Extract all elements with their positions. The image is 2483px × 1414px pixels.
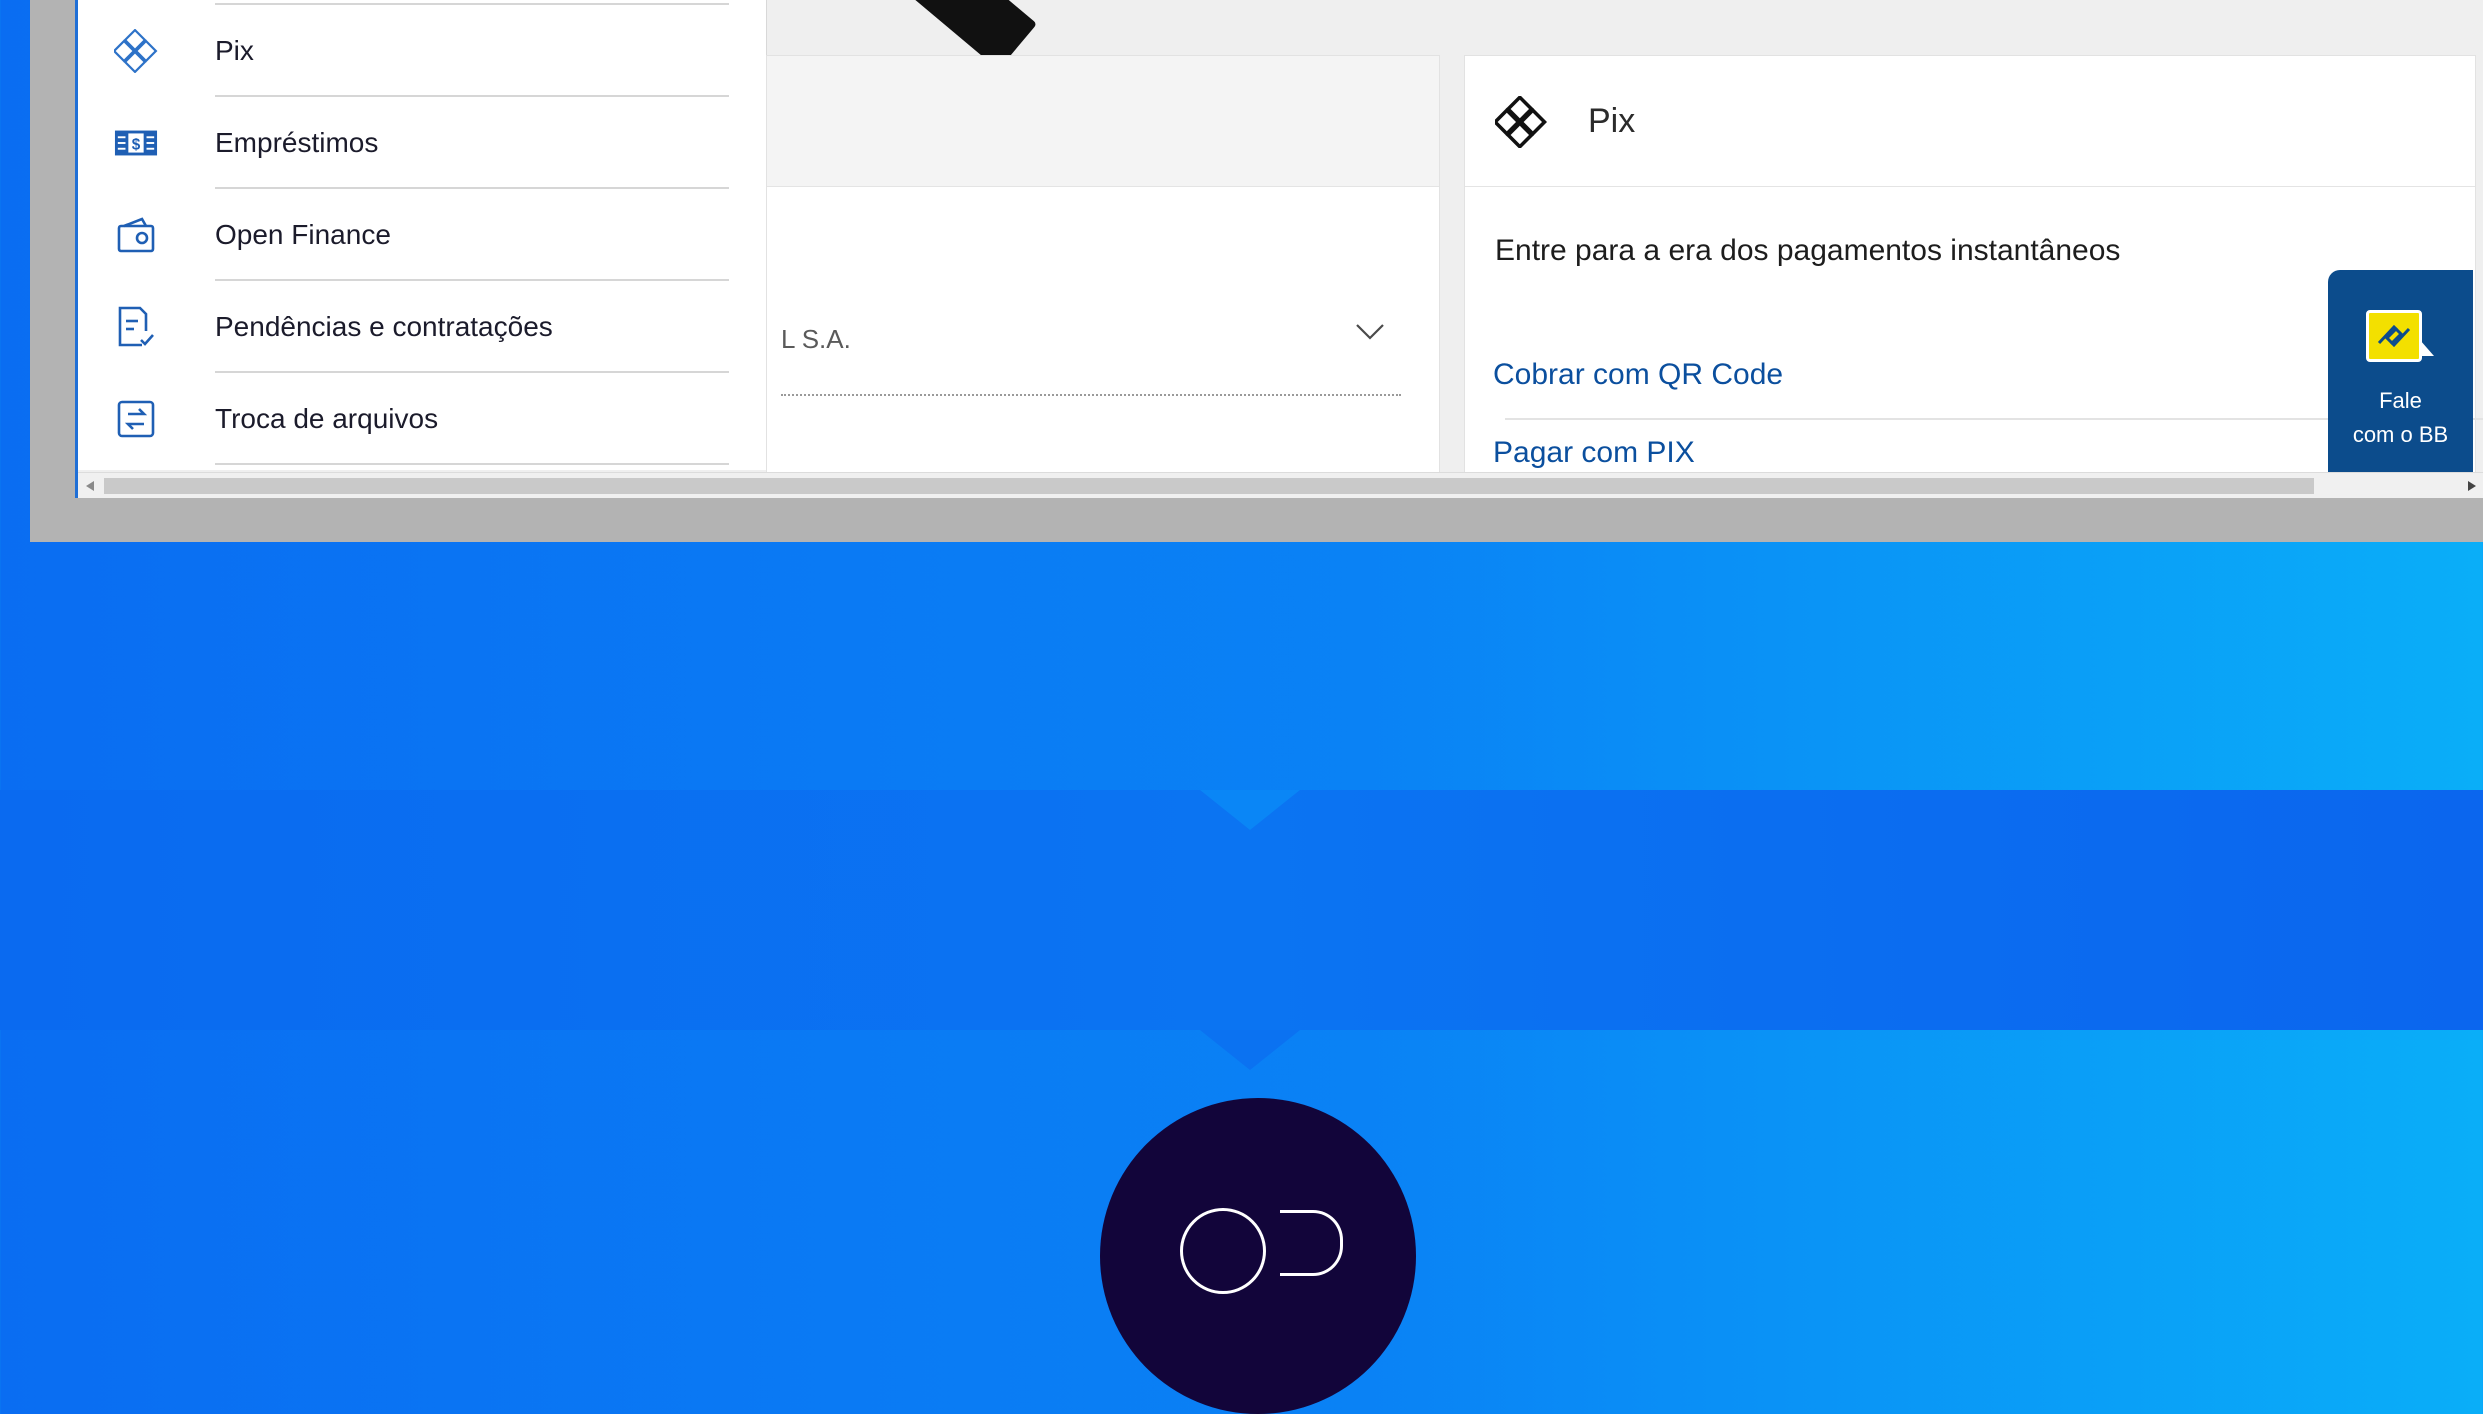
chat-with-bb-button[interactable]: Fale com o BB (2328, 270, 2473, 498)
menu-item-open-finance[interactable]: Open Finance (78, 189, 766, 281)
account-select-value[interactable]: L S.A. (781, 324, 851, 355)
pix-card-header: Pix (1465, 56, 2475, 187)
loan-icon: $ (114, 123, 158, 163)
chat-button-label-line2: com o BB (2352, 422, 2449, 447)
qr-code-charge-link[interactable]: Cobrar com QR Code (1493, 358, 1783, 392)
menu-item-pendencias[interactable]: Pendências e contratações (78, 281, 766, 373)
pix-icon (1492, 94, 1548, 153)
menu-item-label: Empréstimos (215, 127, 379, 158)
file-exchange-icon (114, 399, 158, 439)
scroll-left-icon[interactable] (86, 481, 94, 491)
pix-card-description: Entre para a era dos pagamentos instantâ… (1495, 234, 2121, 267)
side-menu: Pix $ Empréstimos Open Finance Pendência… (78, 0, 767, 470)
menu-item-label: Open Finance (215, 219, 391, 250)
chat-button-label-line1: Fale (2379, 388, 2422, 413)
account-card: L S.A. (766, 55, 1440, 477)
menu-item-label: Pix (215, 35, 254, 66)
menu-item-troca-arquivos[interactable]: Troca de arquivos (78, 373, 766, 465)
menu-item-pix[interactable]: Pix (78, 5, 766, 97)
scroll-right-icon[interactable] (2468, 481, 2476, 491)
band-notch-top (1200, 790, 1300, 830)
pay-with-pix-link[interactable]: Pagar com PIX (1493, 436, 1695, 470)
scrollbar-thumb[interactable] (104, 478, 2314, 494)
qr-badge (1100, 1098, 1416, 1414)
bb-logo-icon (2366, 310, 2422, 362)
screenshot-frame: Pix $ Empréstimos Open Finance Pendência… (30, 0, 2483, 542)
menu-item-label: Pendências e contratações (215, 311, 553, 342)
browser-viewport: Pix $ Empréstimos Open Finance Pendência… (75, 0, 2483, 498)
chevron-down-icon[interactable] (1355, 322, 1385, 347)
document-check-icon (114, 306, 158, 347)
pix-card-title: Pix (1588, 102, 1636, 140)
menu-item-label: Troca de arquivos (215, 403, 439, 434)
svg-text:$: $ (132, 137, 141, 154)
menu-item-emprestimos[interactable]: $ Empréstimos (78, 97, 766, 189)
select-underline (781, 394, 1401, 396)
chat-bubble-tail (2420, 340, 2434, 356)
wallet-icon (114, 215, 158, 255)
menu-divider (215, 463, 729, 465)
horizontal-scrollbar[interactable] (78, 472, 2483, 498)
q-letter-shape (1180, 1208, 1266, 1294)
pix-icon (114, 29, 158, 73)
pix-card: Pix Entre para a era dos pagamentos inst… (1464, 55, 2483, 497)
r-letter-shape (1280, 1210, 1343, 1276)
band-notch-bottom (1200, 1030, 1300, 1070)
account-card-header (767, 56, 1439, 187)
